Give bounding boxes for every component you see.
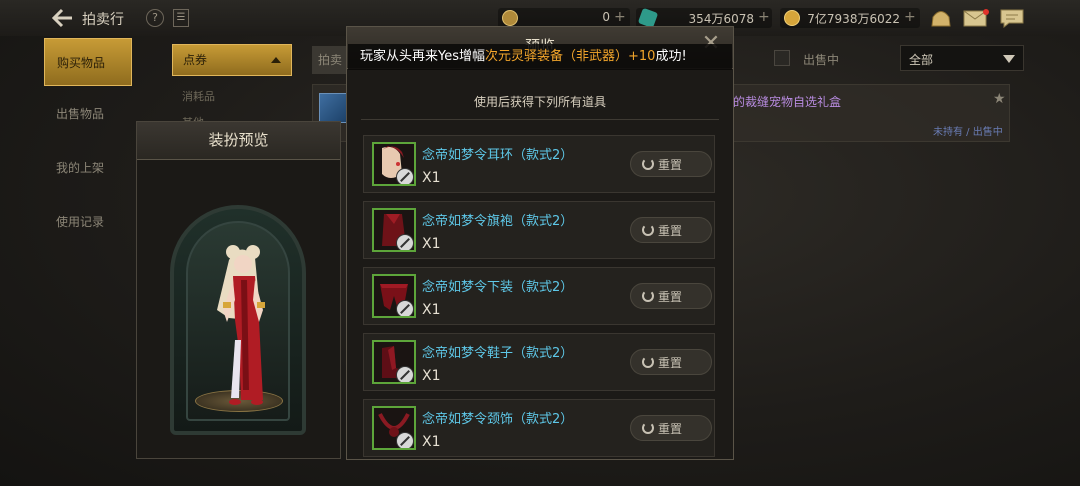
reward-item-row: 念帝如梦令颈饰（款式2） X1 重置 <box>363 399 715 457</box>
popup-subtitle: 使用后获得下列所有道具 <box>473 95 606 109</box>
dropdown-arrow-icon <box>1003 55 1015 63</box>
ban-icon <box>396 366 414 382</box>
sidebar-item-my-listings[interactable]: 我的上架 <box>44 144 132 192</box>
currency-gem-value: 354万6078 <box>688 12 754 26</box>
reward-item-row: 念帝如梦令旗袍（款式2） X1 重置 <box>363 201 715 259</box>
reset-button[interactable]: 重置 <box>630 415 712 441</box>
item-icon-necklace[interactable] <box>372 406 416 450</box>
item-quantity: X1 <box>422 236 441 252</box>
character-sprite[interactable] <box>199 240 283 410</box>
item-quantity: X1 <box>422 170 441 186</box>
reset-icon <box>642 290 654 302</box>
filter-select-value: 全部 <box>909 53 934 67</box>
reset-icon <box>642 422 654 434</box>
item-name: 念帝如梦令旗袍（款式2） <box>422 214 574 229</box>
item-quantity: X1 <box>422 434 441 450</box>
divider <box>361 119 719 120</box>
item-thumbnail <box>319 93 349 123</box>
onsale-checkbox[interactable] <box>774 50 790 66</box>
reset-button[interactable]: 重置 <box>630 283 712 309</box>
tab-auction[interactable]: 拍卖 <box>312 46 348 74</box>
item-icon-qipao[interactable] <box>372 208 416 252</box>
category-filter[interactable]: 点券 <box>172 44 292 76</box>
reset-label: 重置 <box>658 356 683 370</box>
sidebar-item-history[interactable]: 使用记录 <box>44 198 132 246</box>
ban-icon <box>396 300 414 316</box>
onsale-label: 出售中 <box>803 53 840 67</box>
item-name: 念帝如梦令颈饰（款式2） <box>422 412 574 427</box>
system-broadcast-banner: 玩家从头再来Yes增幅次元灵驿装备（非武器）+10成功! <box>348 44 732 70</box>
back-arrow-icon[interactable] <box>52 8 74 28</box>
ban-icon <box>396 168 414 184</box>
currency-gold-value: 0 <box>602 10 610 24</box>
ban-icon <box>396 234 414 250</box>
sidebar-item-sell[interactable]: 出售物品 <box>44 90 132 138</box>
item-icon-bottoms[interactable] <box>372 274 416 318</box>
item-quantity: X1 <box>422 302 441 318</box>
reset-label: 重置 <box>658 422 683 436</box>
broadcast-text-2: 成功! <box>655 49 687 64</box>
add-gem-button[interactable]: + <box>758 9 770 25</box>
listing-name: 的裁缝宠物自选礼盒 <box>733 95 842 109</box>
reset-icon <box>642 356 654 368</box>
reset-label: 重置 <box>658 290 683 304</box>
add-gold-button[interactable]: + <box>614 9 626 25</box>
reset-icon <box>642 158 654 170</box>
help-icon[interactable]: ? <box>146 9 164 27</box>
reset-label: 重置 <box>658 224 683 238</box>
item-quantity: X1 <box>422 368 441 384</box>
reward-item-row: 念帝如梦令耳环（款式2） X1 重置 <box>363 135 715 193</box>
preview-title: 装扮预览 <box>137 122 340 160</box>
subcategory-consumable[interactable]: 消耗品 <box>182 88 215 104</box>
item-name: 念帝如梦令鞋子（款式2） <box>422 346 574 361</box>
category-filter-label: 点券 <box>183 53 208 67</box>
coin-icon <box>784 10 800 26</box>
menu-icon[interactable]: ☰ <box>173 9 189 27</box>
currency-coin-value: 7亿7938万6022 <box>807 12 900 26</box>
preview-popup: 预览 ✕ 使用后获得下列所有道具 念帝如梦令耳环（款式2） X1 重置 <box>346 26 734 460</box>
notification-dot <box>983 9 989 15</box>
add-coin-button[interactable]: + <box>904 9 916 25</box>
reset-button[interactable]: 重置 <box>630 151 712 177</box>
chat-icon[interactable] <box>1000 9 1024 28</box>
filter-select[interactable]: 全部 <box>900 45 1024 71</box>
broadcast-text-1: 玩家从头再来Yes增幅 <box>360 49 485 64</box>
bag-icon[interactable] <box>930 8 952 28</box>
gold-coin-icon <box>502 10 518 26</box>
item-name: 念帝如梦令耳环（款式2） <box>422 148 574 163</box>
reward-item-row: 念帝如梦令鞋子（款式2） X1 重置 <box>363 333 715 391</box>
reset-label: 重置 <box>658 158 683 172</box>
listing-status: 未持有 / 出售中 <box>933 127 1003 138</box>
page-title: 拍卖行 <box>82 12 124 28</box>
reset-button[interactable]: 重置 <box>630 217 712 243</box>
reset-button[interactable]: 重置 <box>630 349 712 375</box>
currency-gold-coin-box: 7亿7938万6022 + <box>780 8 920 28</box>
sidebar: 购买物品 出售物品 我的上架 使用记录 <box>44 36 132 486</box>
reset-icon <box>642 224 654 236</box>
costume-preview-panel: 装扮预览 <box>136 121 341 459</box>
chevron-up-icon <box>271 57 281 63</box>
currency-gold-box: 0 + <box>498 8 630 28</box>
item-icon-shoes[interactable] <box>372 340 416 384</box>
sidebar-item-buy[interactable]: 购买物品 <box>44 38 132 86</box>
currency-gem-box: 354万6078 + <box>636 7 772 29</box>
item-icon-earring[interactable] <box>372 142 416 186</box>
favorite-star-icon[interactable]: ★ <box>993 91 1006 107</box>
item-name: 念帝如梦令下装（款式2） <box>422 280 574 295</box>
broadcast-highlight: 次元灵驿装备（非武器）+10 <box>485 49 656 64</box>
ban-icon <box>396 432 414 448</box>
reward-item-row: 念帝如梦令下装（款式2） X1 重置 <box>363 267 715 325</box>
